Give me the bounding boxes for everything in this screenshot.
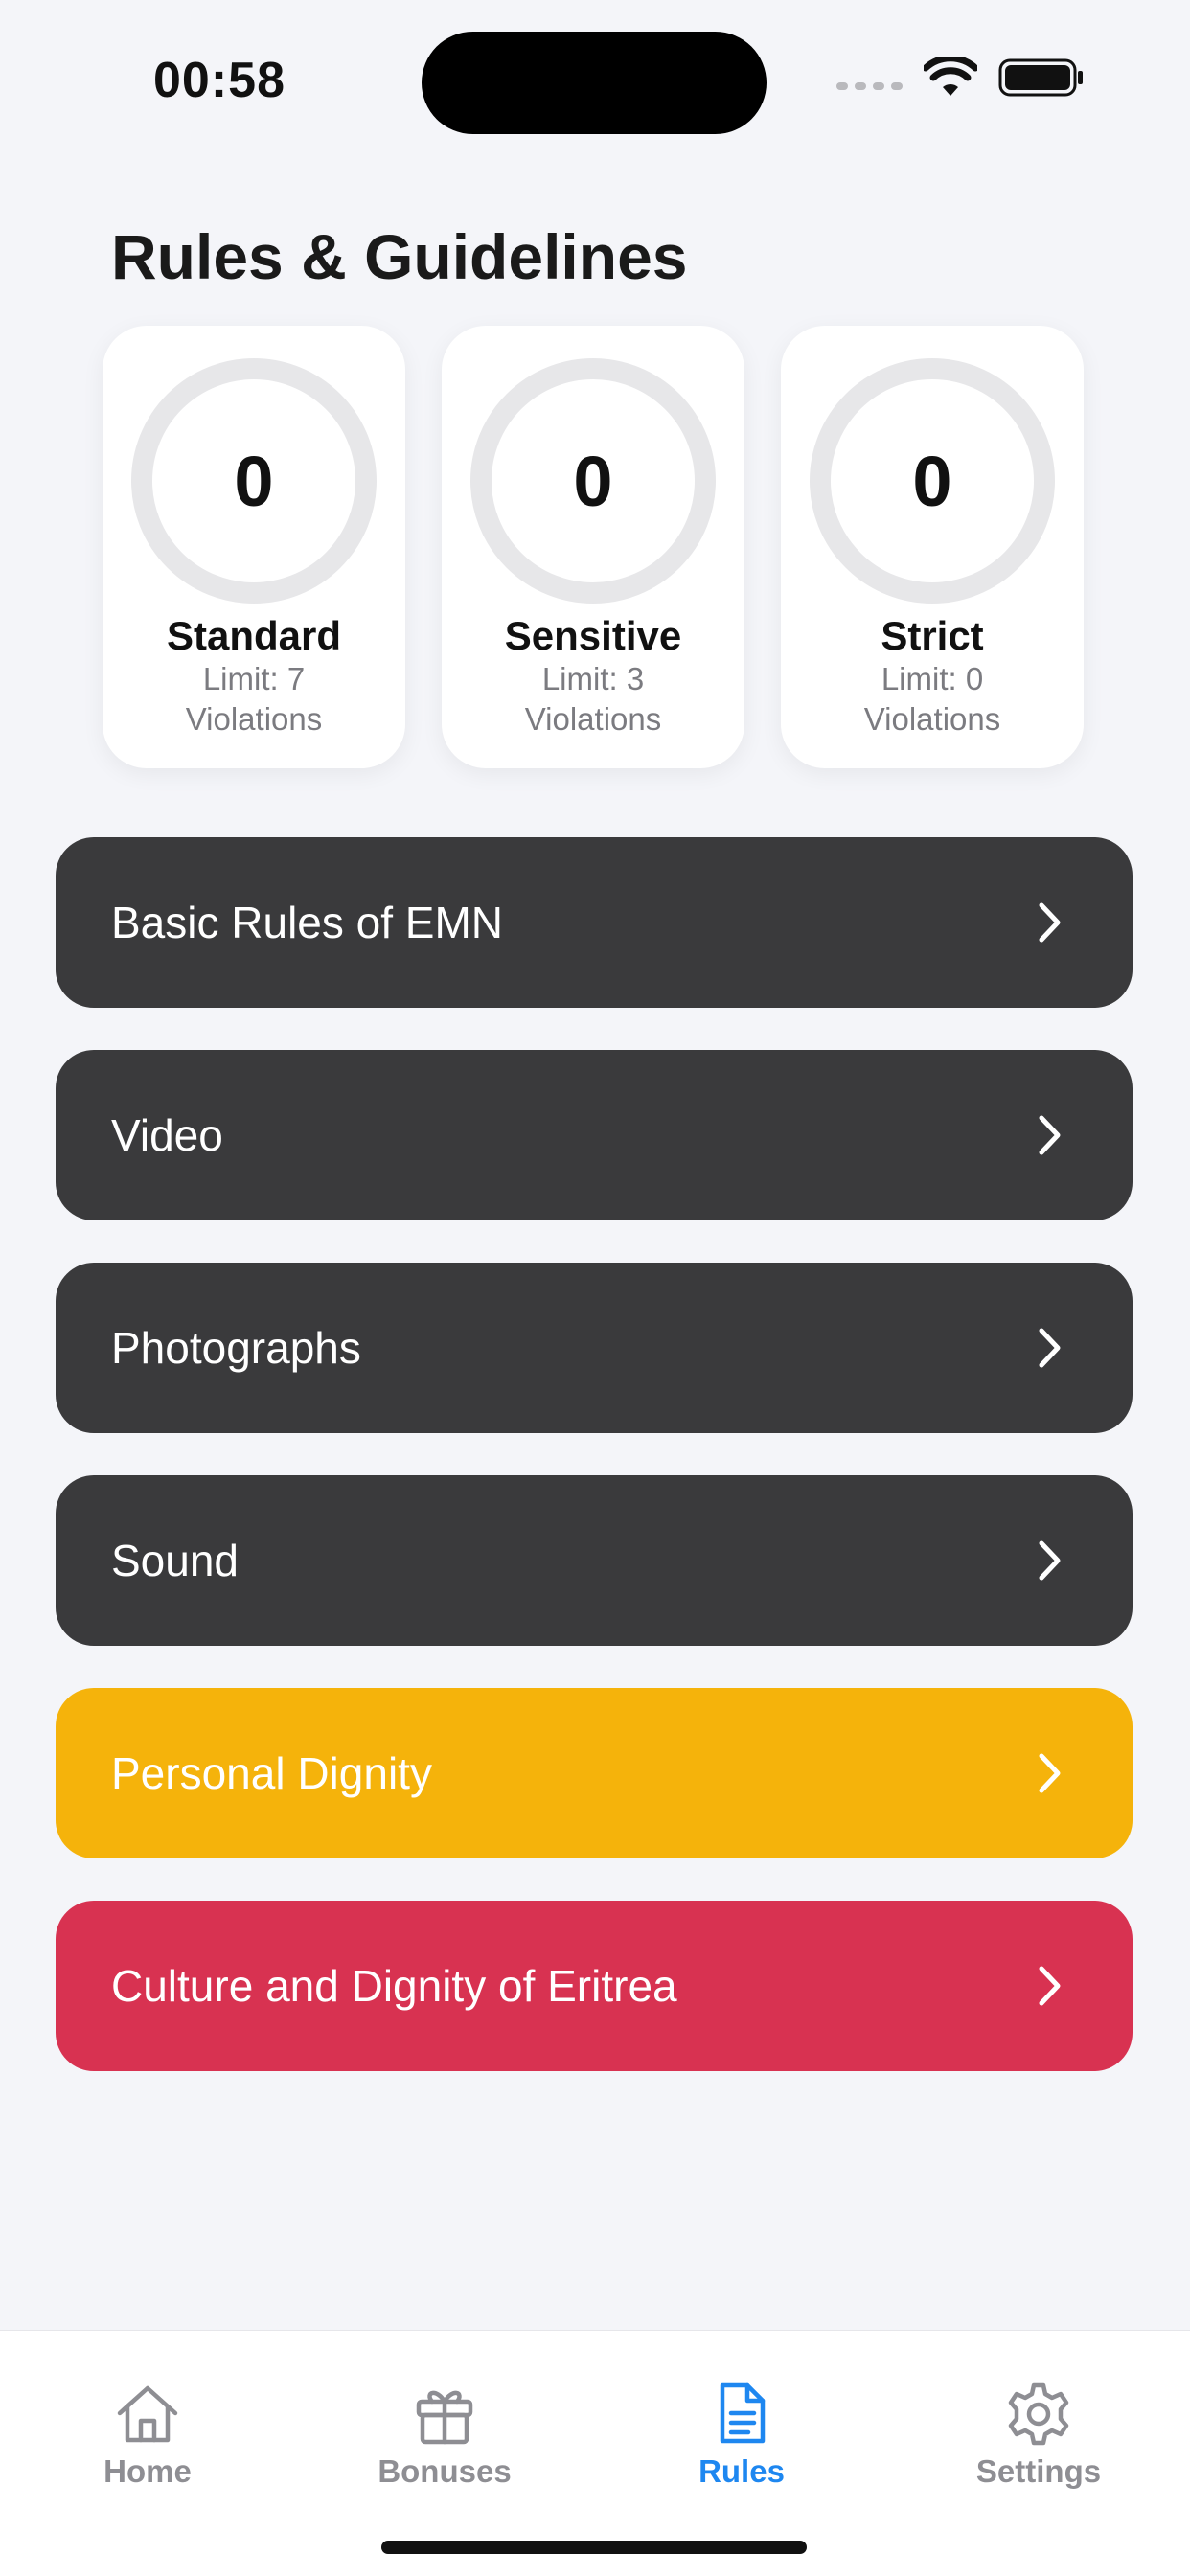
card-limit: Limit: 7 [202,661,306,696]
rule-row-photographs[interactable]: Photographs [56,1263,1133,1433]
progress-ring: 0 [470,358,716,604]
tab-label: Rules [698,2453,785,2489]
battery-icon [998,57,1085,98]
card-unit: Violations [185,701,323,737]
tab-bar: Home Bonuses Rules Settings [0,2330,1190,2576]
limit-card-standard: 0 Standard Limit: 7 Violations [103,326,405,768]
wifi-icon [924,57,977,98]
cellular-signal-icon [836,82,903,90]
rule-label: Video [111,1110,223,1160]
rule-label: Culture and Dignity of Eritrea [111,1961,677,2011]
violation-count: 0 [234,441,274,521]
rule-row-sound[interactable]: Sound [56,1475,1133,1646]
rule-row-personal-dignity[interactable]: Personal Dignity [56,1688,1133,1858]
dynamic-island [422,32,767,134]
card-title: Sensitive [504,613,682,658]
status-indicators [836,57,1085,98]
tab-label: Bonuses [378,2453,512,2489]
rule-row-basic-rules[interactable]: Basic Rules of EMN [56,837,1133,1008]
card-limit: Limit: 3 [541,661,645,696]
document-icon [636,2381,847,2448]
chevron-right-icon [1037,1113,1064,1157]
house-icon [42,2381,253,2448]
progress-ring: 0 [810,358,1055,604]
tab-bonuses[interactable]: Bonuses [339,2381,550,2490]
card-limit: Limit: 0 [881,661,984,696]
card-title: Strict [881,613,984,658]
card-title: Standard [166,613,342,658]
chevron-right-icon [1037,900,1064,945]
tab-settings[interactable]: Settings [933,2381,1144,2490]
progress-ring: 0 [131,358,377,604]
rule-label: Basic Rules of EMN [111,898,504,947]
chevron-right-icon [1037,1539,1064,1583]
limit-card-sensitive: 0 Sensitive Limit: 3 Violations [442,326,744,768]
limit-card-strict: 0 Strict Limit: 0 Violations [781,326,1084,768]
rule-list: Basic Rules of EMN Video Photographs Sou… [56,837,1133,2113]
rule-label: Personal Dignity [111,1748,432,1798]
rule-label: Photographs [111,1323,361,1373]
rule-label: Sound [111,1536,240,1585]
limit-cards: 0 Standard Limit: 7 Violations 0 Sensiti… [103,326,1084,768]
page-title: Rules & Guidelines [111,221,688,292]
home-indicator [381,2541,807,2554]
gift-icon [339,2381,550,2448]
chevron-right-icon [1037,1964,1064,2008]
chevron-right-icon [1037,1326,1064,1370]
tab-rules[interactable]: Rules [636,2381,847,2490]
violation-count: 0 [573,441,613,521]
rule-row-video[interactable]: Video [56,1050,1133,1220]
tab-label: Settings [975,2453,1102,2489]
status-time: 00:58 [153,53,286,108]
gear-icon [933,2381,1144,2448]
tab-label: Home [103,2453,192,2489]
tab-home[interactable]: Home [42,2381,253,2490]
chevron-right-icon [1037,1751,1064,1795]
rule-row-culture-dignity-eritrea[interactable]: Culture and Dignity of Eritrea [56,1901,1133,2071]
violation-count: 0 [912,441,952,521]
card-unit: Violations [524,701,662,737]
card-unit: Violations [863,701,1001,737]
